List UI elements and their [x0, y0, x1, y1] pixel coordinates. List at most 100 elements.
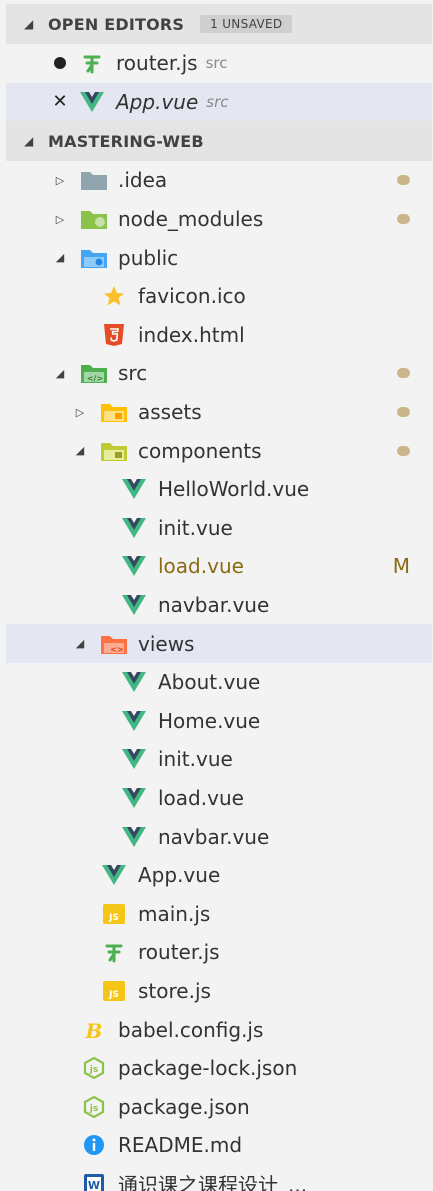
- tree-item-label: src: [118, 361, 148, 386]
- tree-item[interactable]: HelloWorld.vue: [6, 470, 432, 509]
- open-editor-app-vue[interactable]: ✕ App.vue src: [6, 82, 432, 122]
- explorer-panel: ◢ OPEN EDITORS 1 UNSAVED router.js src ✕…: [6, 4, 432, 1191]
- tree-item-label: components: [138, 438, 262, 463]
- tree-item[interactable]: JS main.js: [6, 894, 432, 933]
- tree-item[interactable]: JS store.js: [6, 972, 432, 1011]
- folder-assets-icon: [100, 400, 128, 424]
- tree-item[interactable]: router.js: [6, 933, 432, 972]
- tree-item[interactable]: App.vue: [6, 856, 432, 895]
- js-icon: JS: [100, 902, 128, 926]
- open-editor-label: App.vue: [116, 89, 199, 114]
- router-icon: [78, 51, 106, 75]
- chevron-right-icon[interactable]: ▷: [50, 213, 70, 226]
- tree-item-label: navbar.vue: [158, 593, 270, 618]
- tree-item[interactable]: Bbabel.config.js: [6, 1010, 432, 1049]
- tree-item[interactable]: ▷ assets: [6, 393, 432, 432]
- open-editor-router[interactable]: router.js src: [6, 44, 432, 83]
- modified-dot-icon: [397, 200, 410, 239]
- tree-item[interactable]: README.md: [6, 1126, 432, 1165]
- babel-icon: B: [80, 1018, 108, 1042]
- svg-text:</>: </>: [87, 374, 103, 383]
- unsaved-dot-icon[interactable]: [50, 57, 70, 69]
- tree-item-label: package-lock.json: [118, 1056, 298, 1081]
- vue-icon: [120, 747, 148, 771]
- tree-item[interactable]: ◢ <> views: [6, 624, 432, 663]
- word-icon: W: [80, 1172, 108, 1191]
- workspace-title: MASTERING-WEB: [48, 131, 204, 151]
- tree-item[interactable]: index.html: [6, 316, 432, 355]
- unsaved-badge: 1 UNSAVED: [200, 15, 293, 33]
- chevron-down-icon[interactable]: ◢: [70, 444, 90, 457]
- folder-src-icon: </>: [80, 361, 108, 385]
- tree-item[interactable]: init.vue: [6, 740, 432, 779]
- tree-item-label: .idea: [118, 168, 168, 193]
- close-icon[interactable]: ✕: [50, 91, 70, 112]
- git-status-badge: M: [393, 547, 410, 586]
- folder-public-icon: [80, 246, 108, 270]
- tree-item[interactable]: ▷ .idea: [6, 161, 432, 200]
- modified-dot-icon: [397, 407, 410, 418]
- info-icon: [80, 1133, 108, 1157]
- chevron-down-icon[interactable]: ◢: [50, 251, 70, 264]
- folder-gray-icon: [80, 168, 108, 192]
- tree-item[interactable]: ▷ node_modules: [6, 200, 432, 239]
- tree-item[interactable]: init.vue: [6, 509, 432, 548]
- favicon-icon: [100, 284, 128, 308]
- tree-item-label: navbar.vue: [158, 824, 270, 849]
- svg-text:js: js: [89, 1104, 98, 1114]
- file-tree: ▷ .idea ▷ node_modules ◢ public favicon.ico ind…: [6, 161, 432, 1191]
- tree-item[interactable]: ◢ </> src: [6, 354, 432, 393]
- svg-text:W: W: [88, 1179, 100, 1191]
- modified-dot-icon: [397, 368, 410, 379]
- tree-item[interactable]: js package-lock.json: [6, 1049, 432, 1088]
- chevron-down-icon[interactable]: ◢: [70, 637, 90, 650]
- tree-item-label: README.md: [118, 1133, 243, 1158]
- workspace-header[interactable]: ◢ MASTERING-WEB: [6, 121, 432, 162]
- vue-icon: [120, 477, 148, 501]
- tree-item[interactable]: load.vue: [6, 779, 432, 818]
- vue-icon: [78, 90, 106, 114]
- svg-text:js: js: [89, 1065, 98, 1075]
- tree-item-label: package.json: [118, 1094, 250, 1119]
- tree-item[interactable]: W 通识课之课程设计_...: [6, 1165, 432, 1191]
- open-editor-desc: src: [206, 92, 229, 111]
- tree-item[interactable]: js package.json: [6, 1087, 432, 1126]
- chevron-down-icon: ◢: [24, 134, 34, 149]
- tree-item[interactable]: navbar.vue: [6, 817, 432, 856]
- tree-item[interactable]: About.vue: [6, 663, 432, 702]
- tree-item-label: About.vue: [158, 670, 261, 695]
- tree-item-label: favicon.ico: [138, 284, 246, 309]
- open-editors-title: OPEN EDITORS: [48, 14, 185, 34]
- folder-views-icon: <>: [100, 632, 128, 656]
- modified-dot-icon: [397, 445, 410, 456]
- tree-item-label: router.js: [138, 940, 220, 965]
- nodejs-icon: js: [80, 1095, 108, 1119]
- tree-item-label: store.js: [138, 978, 211, 1003]
- tree-item[interactable]: Home.vue: [6, 702, 432, 741]
- vue-icon: [120, 593, 148, 617]
- folder-node-icon: [80, 207, 108, 231]
- folder-components-icon: [100, 439, 128, 463]
- tree-item[interactable]: favicon.ico: [6, 277, 432, 316]
- chevron-right-icon[interactable]: ▷: [50, 174, 70, 187]
- vue-icon: [120, 825, 148, 849]
- tree-item[interactable]: ◢ components: [6, 431, 432, 470]
- js-icon: JS: [100, 979, 128, 1003]
- chevron-down-icon[interactable]: ◢: [50, 367, 70, 380]
- tree-item[interactable]: load.vue M: [6, 547, 432, 586]
- modified-dot-icon: [397, 161, 410, 200]
- vue-icon: [120, 709, 148, 733]
- tree-item-label: assets: [138, 400, 202, 425]
- svg-text:JS: JS: [108, 913, 119, 923]
- chevron-right-icon[interactable]: ▷: [70, 406, 90, 419]
- tree-item-label: babel.config.js: [118, 1017, 264, 1042]
- modified-dot-icon: [397, 214, 410, 225]
- vue-icon: [100, 863, 128, 887]
- vue-icon: [120, 516, 148, 540]
- tree-item-label: public: [118, 245, 179, 270]
- tree-item-label: Home.vue: [158, 708, 261, 733]
- tree-item[interactable]: ◢ public: [6, 238, 432, 277]
- open-editors-header[interactable]: ◢ OPEN EDITORS 1 UNSAVED: [6, 4, 432, 44]
- tree-item[interactable]: navbar.vue: [6, 586, 432, 625]
- svg-text:<>: <>: [110, 645, 123, 654]
